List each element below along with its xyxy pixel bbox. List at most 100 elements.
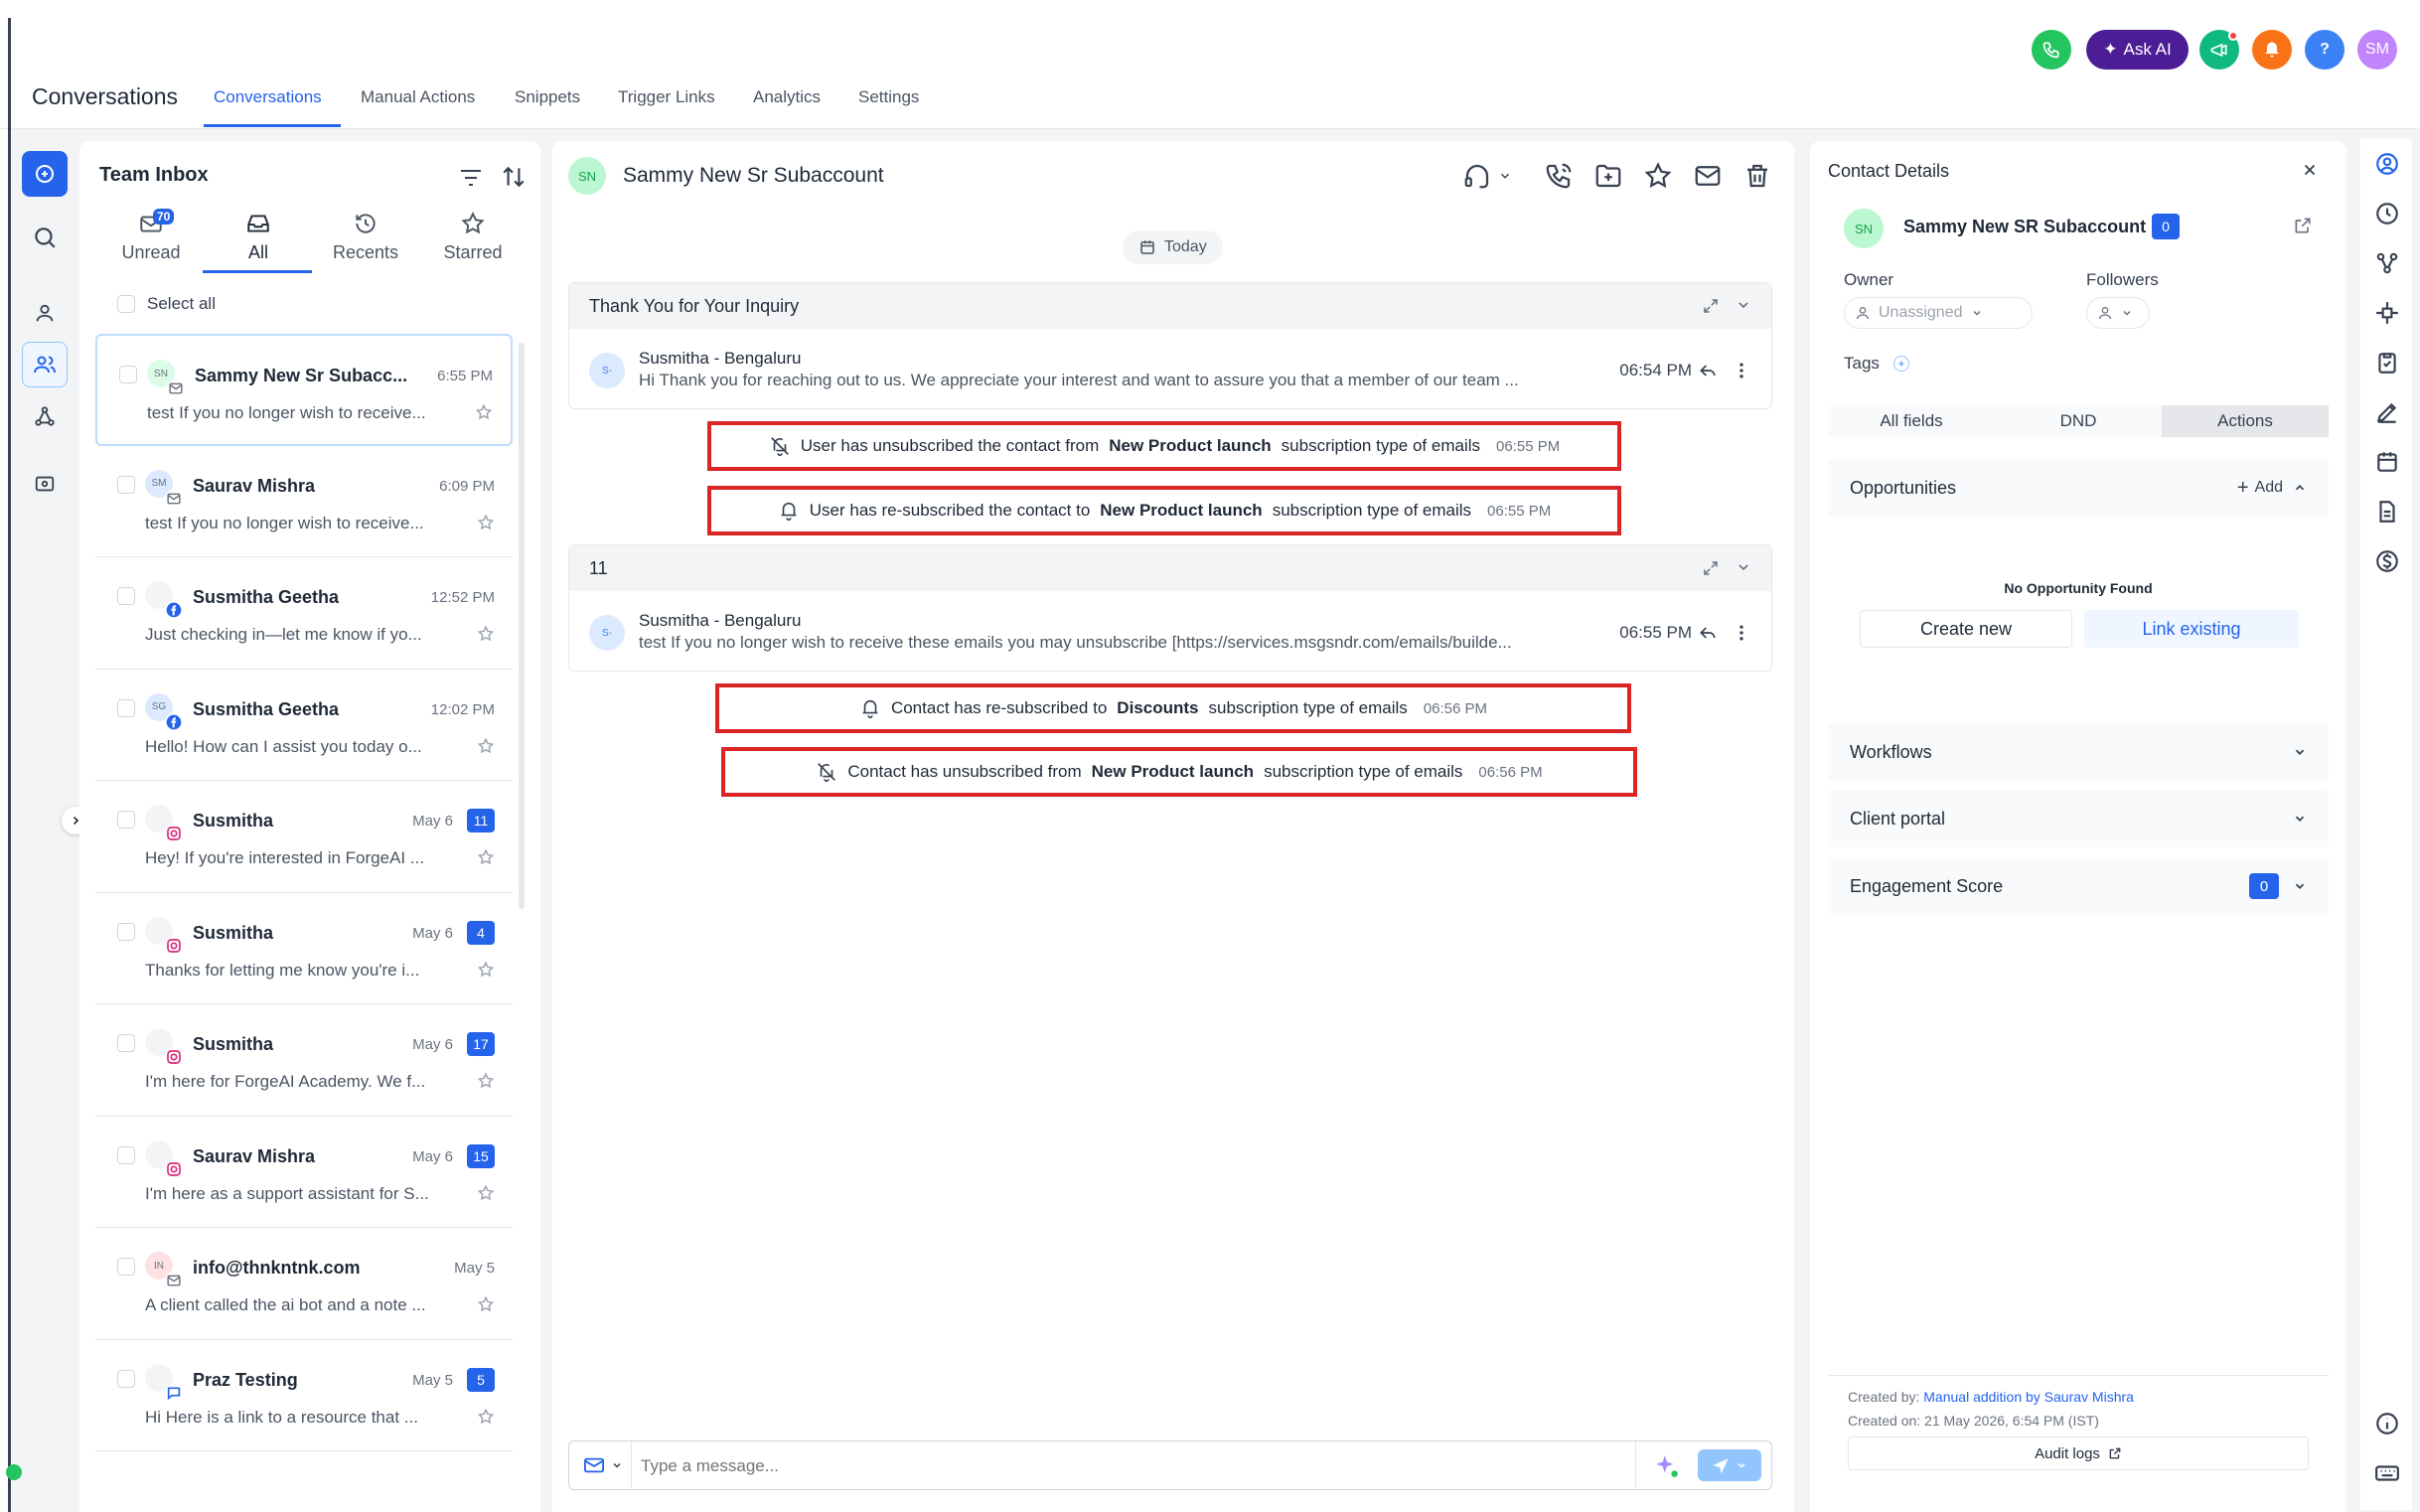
- tab-actions[interactable]: Actions: [2162, 405, 2329, 437]
- message-input[interactable]: [641, 1451, 1634, 1481]
- rail-contacts[interactable]: [22, 290, 68, 336]
- conversation-item[interactable]: Susmitha May 6 11 Hey! If you're interested…: [95, 781, 513, 893]
- move-to-folder-button[interactable]: [1593, 161, 1623, 191]
- conversation-item[interactable]: SG Susmitha Geetha 12:02 PM Hello! How can …: [95, 670, 513, 781]
- delete-conversation-button[interactable]: [1742, 161, 1772, 191]
- star-conversation-button[interactable]: [1643, 161, 1673, 191]
- conversation-item[interactable]: IN info@thnkntnk.com May 5A client called …: [95, 1228, 513, 1340]
- chevron-up-icon[interactable]: [2293, 481, 2307, 495]
- thread-header[interactable]: 11: [569, 545, 1771, 591]
- audit-logs-button[interactable]: Audit logs: [1848, 1436, 2309, 1470]
- activity-clock-icon[interactable]: [2374, 201, 2400, 227]
- expand-icon[interactable]: [1702, 297, 1720, 315]
- star-icon[interactable]: [477, 1072, 495, 1090]
- inbox-tab-recents[interactable]: Recents: [316, 211, 415, 263]
- sort-button[interactable]: [501, 164, 527, 190]
- star-icon[interactable]: [477, 1295, 495, 1313]
- conversation-checkbox[interactable]: [117, 811, 135, 829]
- keyboard-icon[interactable]: [2374, 1460, 2400, 1486]
- link-existing-button[interactable]: Link existing: [2084, 610, 2299, 648]
- create-opportunity-button[interactable]: Create new: [1860, 610, 2072, 648]
- conversation-checkbox[interactable]: [117, 475, 135, 494]
- integrations-icon[interactable]: [2374, 300, 2400, 326]
- mark-unread-button[interactable]: [1693, 161, 1723, 191]
- inbox-tab-all[interactable]: All: [209, 211, 308, 263]
- contact-name[interactable]: Sammy New SR Subaccount: [1903, 217, 2146, 237]
- chevron-down-icon[interactable]: [1736, 559, 1751, 575]
- conversation-checkbox[interactable]: [117, 1034, 135, 1052]
- conversation-item[interactable]: Susmitha May 6 4 Thanks for letting me know…: [95, 893, 513, 1004]
- pencil-icon[interactable]: [2374, 399, 2400, 425]
- star-icon[interactable]: [477, 514, 495, 531]
- add-opportunity-button[interactable]: + Add: [2237, 477, 2283, 500]
- reply-icon[interactable]: [1698, 623, 1718, 643]
- more-vertical-icon[interactable]: [1732, 623, 1751, 643]
- tab-snippets[interactable]: Snippets: [515, 87, 580, 107]
- select-all-checkbox[interactable]: [117, 295, 135, 313]
- select-all[interactable]: Select all: [117, 294, 216, 314]
- phone-button[interactable]: [2032, 30, 2071, 70]
- payments-dollar-icon[interactable]: [2374, 548, 2400, 574]
- rail-search[interactable]: [22, 215, 68, 260]
- tab-settings[interactable]: Settings: [858, 87, 919, 107]
- ai-assist-button[interactable]: [1654, 1453, 1680, 1479]
- help-button[interactable]: ?: [2305, 30, 2344, 70]
- ask-ai-button[interactable]: ✦ Ask AI: [2086, 30, 2189, 70]
- star-icon[interactable]: [475, 403, 493, 421]
- conversation-checkbox[interactable]: [117, 1145, 135, 1164]
- open-contact-button[interactable]: [2293, 216, 2313, 235]
- conversation-checkbox[interactable]: [119, 366, 137, 383]
- created-by-link[interactable]: Manual addition by Saurav Mishra: [1923, 1389, 2134, 1405]
- chevron-down-icon[interactable]: [1736, 297, 1751, 313]
- more-vertical-icon[interactable]: [1732, 361, 1751, 380]
- tab-dnd[interactable]: DND: [1995, 405, 2162, 437]
- star-icon[interactable]: [477, 1408, 495, 1426]
- document-icon[interactable]: [2374, 499, 2400, 525]
- close-panel-button[interactable]: [2301, 161, 2319, 179]
- inbox-scrollbar[interactable]: [519, 343, 525, 909]
- conversation-checkbox[interactable]: [117, 698, 135, 717]
- conversation-item[interactable]: Saurav Mishra May 6 15 I'm here as a suppor…: [95, 1117, 513, 1228]
- clipboard-check-icon[interactable]: [2374, 350, 2400, 376]
- star-icon[interactable]: [477, 848, 495, 866]
- conversation-checkbox[interactable]: [117, 922, 135, 941]
- call-button[interactable]: [1544, 161, 1574, 191]
- star-icon[interactable]: [477, 625, 495, 643]
- tab-all-fields[interactable]: All fields: [1828, 405, 1995, 437]
- followers-dropdown[interactable]: [2086, 297, 2150, 329]
- expand-icon[interactable]: [1702, 559, 1720, 577]
- client-portal-section[interactable]: Client portal: [1828, 790, 2329, 847]
- rail-workflow[interactable]: [22, 393, 68, 439]
- star-icon[interactable]: [477, 961, 495, 979]
- workflow-branch-icon[interactable]: [2374, 250, 2400, 276]
- message-item[interactable]: S- Susmitha - Bengaluru Hi Thank you for…: [569, 329, 1771, 408]
- user-avatar[interactable]: SM: [2357, 30, 2397, 70]
- workflows-section[interactable]: Workflows: [1828, 723, 2329, 781]
- message-item[interactable]: S- Susmitha - Bengaluru test If you no l…: [569, 591, 1771, 671]
- tab-manual-actions[interactable]: Manual Actions: [361, 87, 475, 107]
- conversation-checkbox[interactable]: [117, 1258, 135, 1276]
- star-icon[interactable]: [477, 1184, 495, 1202]
- filter-button[interactable]: [459, 167, 483, 189]
- star-icon[interactable]: [477, 737, 495, 755]
- assign-dropdown[interactable]: [1462, 161, 1512, 191]
- contact-profile-icon[interactable]: [2374, 151, 2400, 177]
- owner-dropdown[interactable]: Unassigned: [1844, 297, 2033, 329]
- engagement-score-section[interactable]: Engagement Score 0: [1828, 857, 2329, 915]
- conversation-checkbox[interactable]: [117, 587, 135, 605]
- channel-selector[interactable]: [583, 1455, 623, 1475]
- rail-conversations[interactable]: [22, 151, 68, 197]
- calendar-icon[interactable]: [2374, 449, 2400, 475]
- opportunities-section[interactable]: Opportunities + Add: [1828, 459, 2329, 517]
- info-icon[interactable]: [2374, 1411, 2400, 1436]
- conversation-item[interactable]: SM Saurav Mishra 6:09 PM test If you no lon…: [95, 446, 513, 557]
- thread-header[interactable]: Thank You for Your Inquiry: [569, 283, 1771, 329]
- notifications-button[interactable]: [2252, 30, 2292, 70]
- add-tag-button[interactable]: +: [1893, 356, 1909, 372]
- send-button[interactable]: [1698, 1449, 1761, 1481]
- reply-icon[interactable]: [1698, 361, 1718, 380]
- tab-analytics[interactable]: Analytics: [753, 87, 821, 107]
- inbox-tab-starred[interactable]: Starred: [423, 211, 523, 263]
- announcement-button[interactable]: [2199, 30, 2239, 70]
- rail-team[interactable]: [22, 342, 68, 387]
